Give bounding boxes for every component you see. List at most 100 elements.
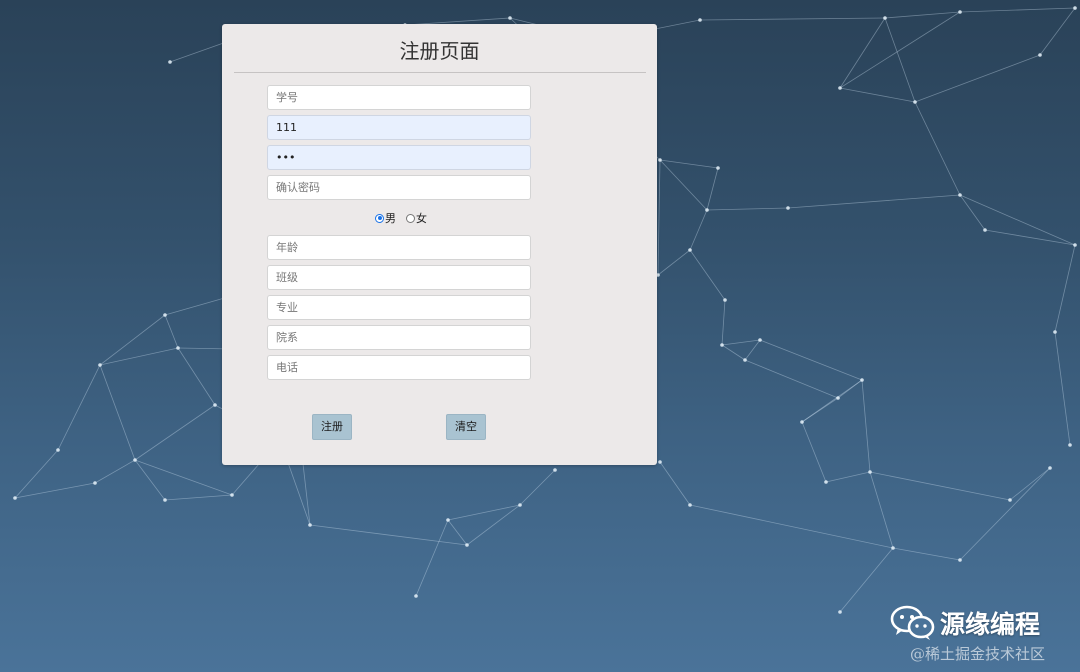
network-line (164, 314, 179, 349)
network-node (13, 496, 17, 500)
network-line (759, 339, 863, 381)
register-panel: 注册页面 男 女 注册 清空 (222, 24, 657, 465)
network-line (914, 101, 961, 196)
network-node (168, 60, 172, 64)
watermark-brand: 源缘编程 (890, 605, 1040, 641)
phone-input[interactable] (267, 355, 531, 380)
class-input[interactable] (267, 265, 531, 290)
major-input[interactable] (267, 295, 531, 320)
confirm-password-input[interactable] (267, 175, 531, 200)
network-node (133, 458, 137, 462)
network-node (698, 18, 702, 22)
gender-radio-group: 男 女 (375, 210, 427, 226)
network-line (801, 421, 827, 483)
network-node (93, 481, 97, 485)
network-line (914, 54, 1041, 103)
student-id-input[interactable] (267, 85, 531, 110)
watermark-site-text: @稀土掘金技术社区 (910, 645, 1046, 663)
network-line (706, 167, 719, 211)
network-node (56, 448, 60, 452)
network-node (688, 248, 692, 252)
network-line (869, 471, 1011, 501)
network-line (892, 547, 961, 561)
network-node (983, 228, 987, 232)
network-line (659, 159, 719, 169)
network-line (94, 459, 136, 484)
network-line (134, 404, 216, 461)
network-node (163, 498, 167, 502)
network-node (723, 298, 727, 302)
network-line (1054, 244, 1076, 333)
network-node (860, 378, 864, 382)
network-node (1073, 243, 1077, 247)
network-line (57, 364, 101, 451)
network-node (868, 470, 872, 474)
network-node (1048, 466, 1052, 470)
network-line (657, 159, 661, 276)
network-line (884, 17, 916, 103)
network-line (164, 494, 233, 501)
network-node (758, 338, 762, 342)
network-node (958, 558, 962, 562)
network-line (721, 344, 746, 361)
clear-button[interactable]: 清空 (446, 414, 486, 440)
network-line (689, 249, 726, 301)
register-button[interactable]: 注册 (312, 414, 352, 440)
network-line (134, 459, 233, 496)
network-line (689, 504, 894, 549)
age-input[interactable] (267, 235, 531, 260)
network-line (1054, 331, 1071, 446)
network-line (699, 17, 886, 21)
network-node (163, 313, 167, 317)
username-input[interactable] (267, 115, 531, 140)
network-node (958, 193, 962, 197)
gender-male-radio[interactable] (375, 213, 384, 223)
department-input[interactable] (267, 325, 531, 350)
network-line (884, 11, 961, 19)
watermark-brand-text: 源缘编程 (940, 610, 1041, 639)
network-line (721, 339, 761, 346)
network-line (447, 519, 468, 546)
network-line (801, 379, 863, 423)
network-line (721, 299, 726, 346)
gender-female-label[interactable]: 女 (416, 210, 427, 226)
network-line (415, 519, 449, 597)
network-line (659, 159, 708, 211)
network-node (518, 503, 522, 507)
network-line (744, 339, 761, 361)
network-node (720, 343, 724, 347)
network-line (787, 194, 961, 209)
network-node (446, 518, 450, 522)
network-line (689, 209, 708, 251)
gender-male-label[interactable]: 男 (385, 210, 396, 226)
network-line (839, 547, 894, 613)
network-line (519, 469, 556, 506)
network-node (958, 10, 962, 14)
network-node (465, 543, 469, 547)
network-node (836, 396, 840, 400)
network-node (658, 158, 662, 162)
network-line (839, 11, 961, 89)
network-node (891, 546, 895, 550)
network-line (1009, 467, 1051, 501)
network-line (99, 314, 166, 366)
network-node (838, 86, 842, 90)
network-line (744, 359, 839, 399)
network-node (824, 480, 828, 484)
network-line (657, 249, 691, 276)
network-line (659, 461, 691, 506)
network-node (230, 493, 234, 497)
network-line (839, 17, 886, 89)
password-input[interactable] (267, 145, 531, 170)
network-line (466, 504, 521, 546)
network-line (959, 467, 1051, 561)
network-node (838, 610, 842, 614)
gender-female-radio[interactable] (406, 213, 415, 223)
network-line (447, 504, 521, 521)
network-node (800, 420, 804, 424)
network-line (99, 364, 136, 461)
network-node (98, 363, 102, 367)
wechat-icon (890, 605, 935, 640)
network-node (705, 208, 709, 212)
network-node (716, 166, 720, 170)
